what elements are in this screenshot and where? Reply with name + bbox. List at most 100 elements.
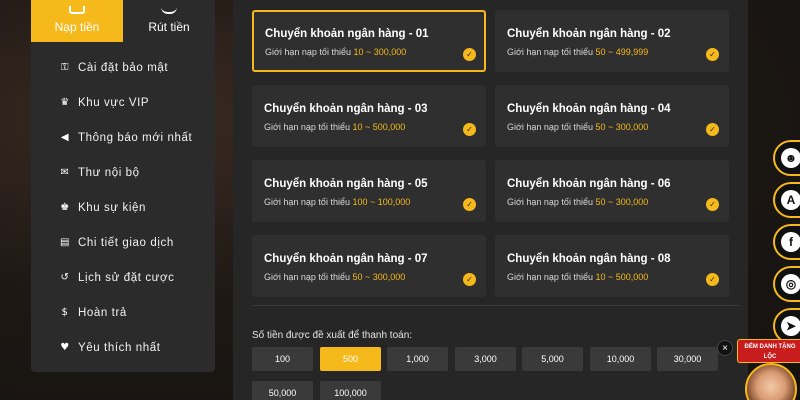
bank-option-card[interactable]: Chuyển khoản ngân hàng - 07 Giới hạn nạp… [252, 235, 486, 297]
sidebar-item-label: Hoàn trả [78, 306, 127, 319]
bank-option-title: Chuyển khoản ngân hàng - 06 [507, 178, 671, 190]
sidebar-item-label: Thư nội bộ [78, 166, 140, 179]
app-button[interactable]: A [773, 182, 800, 218]
sidebar-item-bet-history[interactable]: ↺ Lịch sử đặt cược [31, 260, 215, 295]
close-promo-button[interactable]: × [717, 340, 733, 356]
sidebar-item-security[interactable]: ⚿ Cài đặt bảo mật [31, 50, 215, 85]
bank-option-title: Chuyển khoản ngân hàng - 01 [265, 28, 429, 40]
account-sidebar: Nạp tiền Rút tiền ⚿ Cài đặt bảo mật ♛ Kh… [31, 0, 215, 372]
amount-option-button[interactable]: 50,000 [252, 381, 313, 400]
document-icon: ▤ [59, 237, 71, 248]
bank-option-range: 10 ~ 500,000 [352, 122, 406, 132]
bank-option-title: Chuyển khoản ngân hàng - 07 [264, 253, 428, 265]
deposit-panel: Chuyển khoản ngân hàng - 01 Giới hạn nạp… [233, 0, 748, 400]
check-icon: ✓ [706, 273, 719, 286]
support-icon: ☻ [781, 148, 800, 168]
bank-option-range: 50 ~ 300,000 [352, 272, 406, 282]
bank-option-range: 50 ~ 300,000 [595, 197, 649, 207]
bank-option-card[interactable]: Chuyển khoản ngân hàng - 03 Giới hạn nạp… [252, 85, 486, 147]
check-icon: ✓ [706, 123, 719, 136]
check-icon: ✓ [706, 198, 719, 211]
bank-option-limit: Giới hạn nạp tối thiểu 10 ~ 300,000 [265, 47, 407, 57]
megaphone-icon: ◀ [60, 132, 70, 143]
sidebar-item-rebate[interactable]: $ Hoàn trả [31, 295, 215, 330]
bank-option-limit: Giới hạn nạp tối thiểu 50 ~ 300,000 [507, 122, 649, 132]
deposit-withdraw-tabs: Nạp tiền Rút tiền [31, 0, 215, 42]
sidebar-item-label: Chi tiết giao dịch [78, 236, 174, 249]
mail-icon: ✉ [60, 167, 70, 178]
telegram-icon: ➤ [781, 316, 800, 336]
bank-option-card[interactable]: Chuyển khoản ngân hàng - 01 Giới hạn nạp… [252, 10, 486, 72]
bank-option-range: 10 ~ 300,000 [353, 47, 407, 57]
promo-avatar [745, 363, 797, 400]
bank-option-limit: Giới hạn nạp tối thiểu 50 ~ 499,999 [507, 47, 649, 57]
amount-option-button[interactable]: 3,000 [455, 347, 516, 371]
bank-option-limit: Giới hạn nạp tối thiểu 10 ~ 500,000 [264, 122, 406, 132]
check-icon: ✓ [463, 48, 476, 61]
amount-option-button[interactable]: 30,000 [657, 347, 718, 371]
sidebar-item-events[interactable]: ♚ Khu sự kiện [31, 190, 215, 225]
sidebar-item-notifications[interactable]: ◀ Thông báo mới nhất [31, 120, 215, 155]
sidebar-item-label: Khu sự kiện [78, 201, 146, 214]
bank-option-card[interactable]: Chuyển khoản ngân hàng - 04 Giới hạn nạp… [495, 85, 729, 147]
amount-option-button[interactable]: 100,000 [320, 381, 381, 400]
bank-option-title: Chuyển khoản ngân hàng - 05 [264, 178, 428, 190]
support-button[interactable]: ☻ [773, 140, 800, 176]
bank-option-range: 100 ~ 100,000 [352, 197, 411, 207]
bank-option-card[interactable]: Chuyển khoản ngân hàng - 02 Giới hạn nạp… [495, 10, 729, 72]
bank-option-range: 50 ~ 499,999 [595, 47, 649, 57]
check-icon: ✓ [706, 48, 719, 61]
checkin-promo-badge[interactable]: ĐẾM DANH TẶNG LỘC [737, 337, 800, 400]
check-icon: ✓ [463, 198, 476, 211]
check-icon: ✓ [463, 123, 476, 136]
bank-option-card[interactable]: Chuyển khoản ngân hàng - 06 Giới hạn nạp… [495, 160, 729, 222]
tab-deposit-label: Nạp tiền [54, 20, 100, 34]
promo-ribbon: ĐẾM DANH TẶNG LỘC [737, 339, 800, 363]
sidebar-item-label: Khu vực VIP [78, 96, 150, 109]
crown-icon: ♛ [60, 97, 70, 108]
amount-option-button[interactable]: 1,000 [387, 347, 448, 371]
bank-option-limit: Giới hạn nạp tối thiểu 10 ~ 500,000 [507, 272, 649, 282]
bank-option-range: 10 ~ 500,000 [595, 272, 649, 282]
deposit-icon [69, 6, 85, 14]
shield-icon: ⚿ [60, 62, 70, 73]
sidebar-item-label: Cài đặt bảo mật [78, 61, 169, 74]
amount-option-button[interactable]: 500 [320, 347, 381, 371]
heart-icon: ♥ [60, 342, 70, 353]
instagram-button[interactable]: ◎ [773, 266, 800, 302]
bank-option-title: Chuyển khoản ngân hàng - 08 [507, 253, 671, 265]
bank-option-range: 50 ~ 300,000 [595, 122, 649, 132]
check-icon: ✓ [463, 273, 476, 286]
trophy-icon: ♚ [60, 202, 70, 213]
withdraw-icon [161, 7, 177, 14]
bank-option-title: Chuyển khoản ngân hàng - 02 [507, 28, 671, 40]
section-divider [252, 305, 739, 306]
tab-withdraw-label: Rút tiền [148, 20, 190, 34]
tab-withdraw[interactable]: Rút tiền [123, 0, 215, 42]
suggested-amount-label: Số tiền được đề xuất để thanh toán: [252, 330, 413, 341]
bank-option-card[interactable]: Chuyển khoản ngân hàng - 05 Giới hạn nạp… [252, 160, 486, 222]
amount-option-button[interactable]: 5,000 [522, 347, 583, 371]
bank-option-title: Chuyển khoản ngân hàng - 03 [264, 103, 428, 115]
app-icon: A [781, 190, 800, 210]
bank-option-limit: Giới hạn nạp tối thiểu 100 ~ 100,000 [264, 197, 411, 207]
tab-deposit[interactable]: Nạp tiền [31, 0, 123, 42]
amount-option-button[interactable]: 100 [252, 347, 313, 371]
dollar-icon: $ [61, 307, 69, 318]
sidebar-item-inbox[interactable]: ✉ Thư nội bộ [31, 155, 215, 190]
bank-option-limit: Giới hạn nạp tối thiểu 50 ~ 300,000 [507, 197, 649, 207]
sidebar-item-label: Lịch sử đặt cược [78, 271, 175, 284]
sidebar-item-vip[interactable]: ♛ Khu vực VIP [31, 85, 215, 120]
bank-option-title: Chuyển khoản ngân hàng - 04 [507, 103, 671, 115]
sidebar-item-favorites[interactable]: ♥ Yêu thích nhất [31, 330, 215, 365]
amount-option-button[interactable]: 10,000 [590, 347, 651, 371]
sidebar-menu: ⚿ Cài đặt bảo mật ♛ Khu vực VIP ◀ Thông … [31, 42, 215, 365]
instagram-icon: ◎ [781, 274, 800, 294]
sidebar-item-transactions[interactable]: ▤ Chi tiết giao dịch [31, 225, 215, 260]
history-icon: ↺ [60, 272, 70, 283]
bank-option-limit: Giới hạn nạp tối thiểu 50 ~ 300,000 [264, 272, 406, 282]
sidebar-item-label: Thông báo mới nhất [78, 131, 193, 144]
facebook-button[interactable]: f [773, 224, 800, 260]
sidebar-item-label: Yêu thích nhất [78, 341, 161, 354]
bank-option-card[interactable]: Chuyển khoản ngân hàng - 08 Giới hạn nạp… [495, 235, 729, 297]
